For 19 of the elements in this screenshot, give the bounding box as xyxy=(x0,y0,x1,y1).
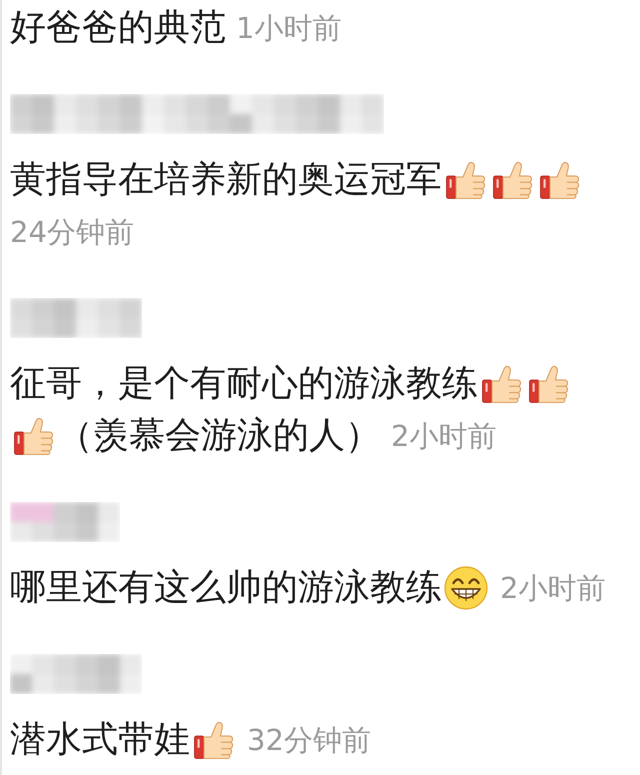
comment-text: 好爸爸的典范 xyxy=(10,6,226,50)
comment-text: 哪里还有这么帅的游泳教练 xyxy=(10,566,442,610)
thumbs-up-icon xyxy=(194,721,234,759)
comment-text: （羡慕会游泳的人） xyxy=(57,414,381,458)
thumbs-up-icon xyxy=(529,365,569,403)
thumbs-up-icon xyxy=(482,365,522,403)
timestamp: 32分钟前 xyxy=(247,722,371,759)
comment-text: 征哥，是个有耐心的游泳教练 xyxy=(10,362,478,406)
comment-text: 潜水式带娃 xyxy=(10,718,190,762)
comment-text: 黄指导在培养新的奥运冠军 xyxy=(10,158,442,202)
timestamp: 2小时前 xyxy=(500,570,606,607)
timestamp: 2小时前 xyxy=(391,418,496,455)
timestamp: 1小时前 xyxy=(236,10,342,47)
thumbs-up-icon xyxy=(14,417,54,455)
thumbs-up-icon xyxy=(540,161,580,199)
grinning-face-icon xyxy=(444,566,488,610)
timestamp: 24分钟前 xyxy=(10,214,134,251)
thumbs-up-icon xyxy=(493,161,533,199)
thumbs-up-icon xyxy=(446,161,486,199)
